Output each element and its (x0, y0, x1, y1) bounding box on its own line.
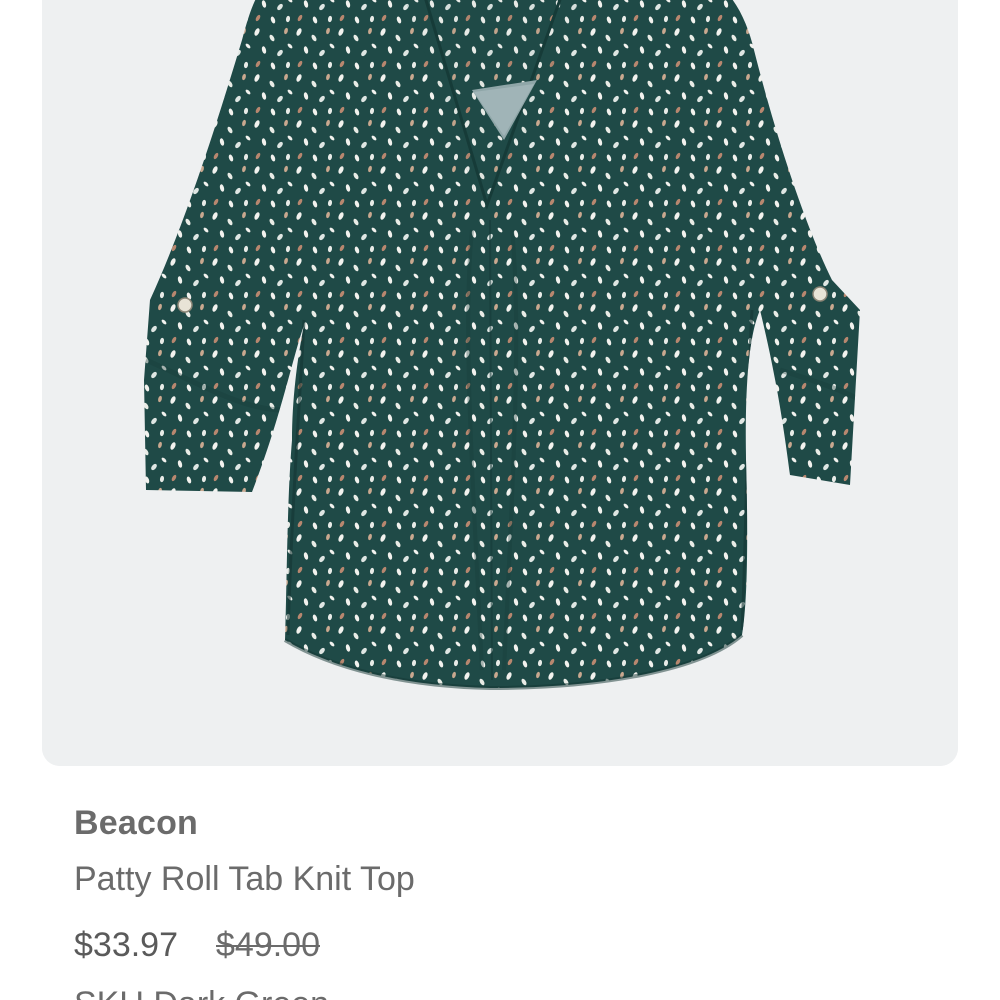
product-photo-top (42, 0, 958, 766)
original-price: $49.00 (216, 926, 320, 964)
product-image[interactable] (42, 0, 958, 766)
sale-price: $33.97 (74, 926, 178, 964)
product-page: Beacon Patty Roll Tab Knit Top $33.97 $4… (0, 0, 1000, 1000)
color-label: SKU Dark Green (74, 985, 329, 1000)
brand-name: Beacon (74, 804, 199, 842)
product-title[interactable]: Patty Roll Tab Knit Top (74, 860, 415, 899)
price-row: $33.97 $49.00 (74, 926, 320, 965)
